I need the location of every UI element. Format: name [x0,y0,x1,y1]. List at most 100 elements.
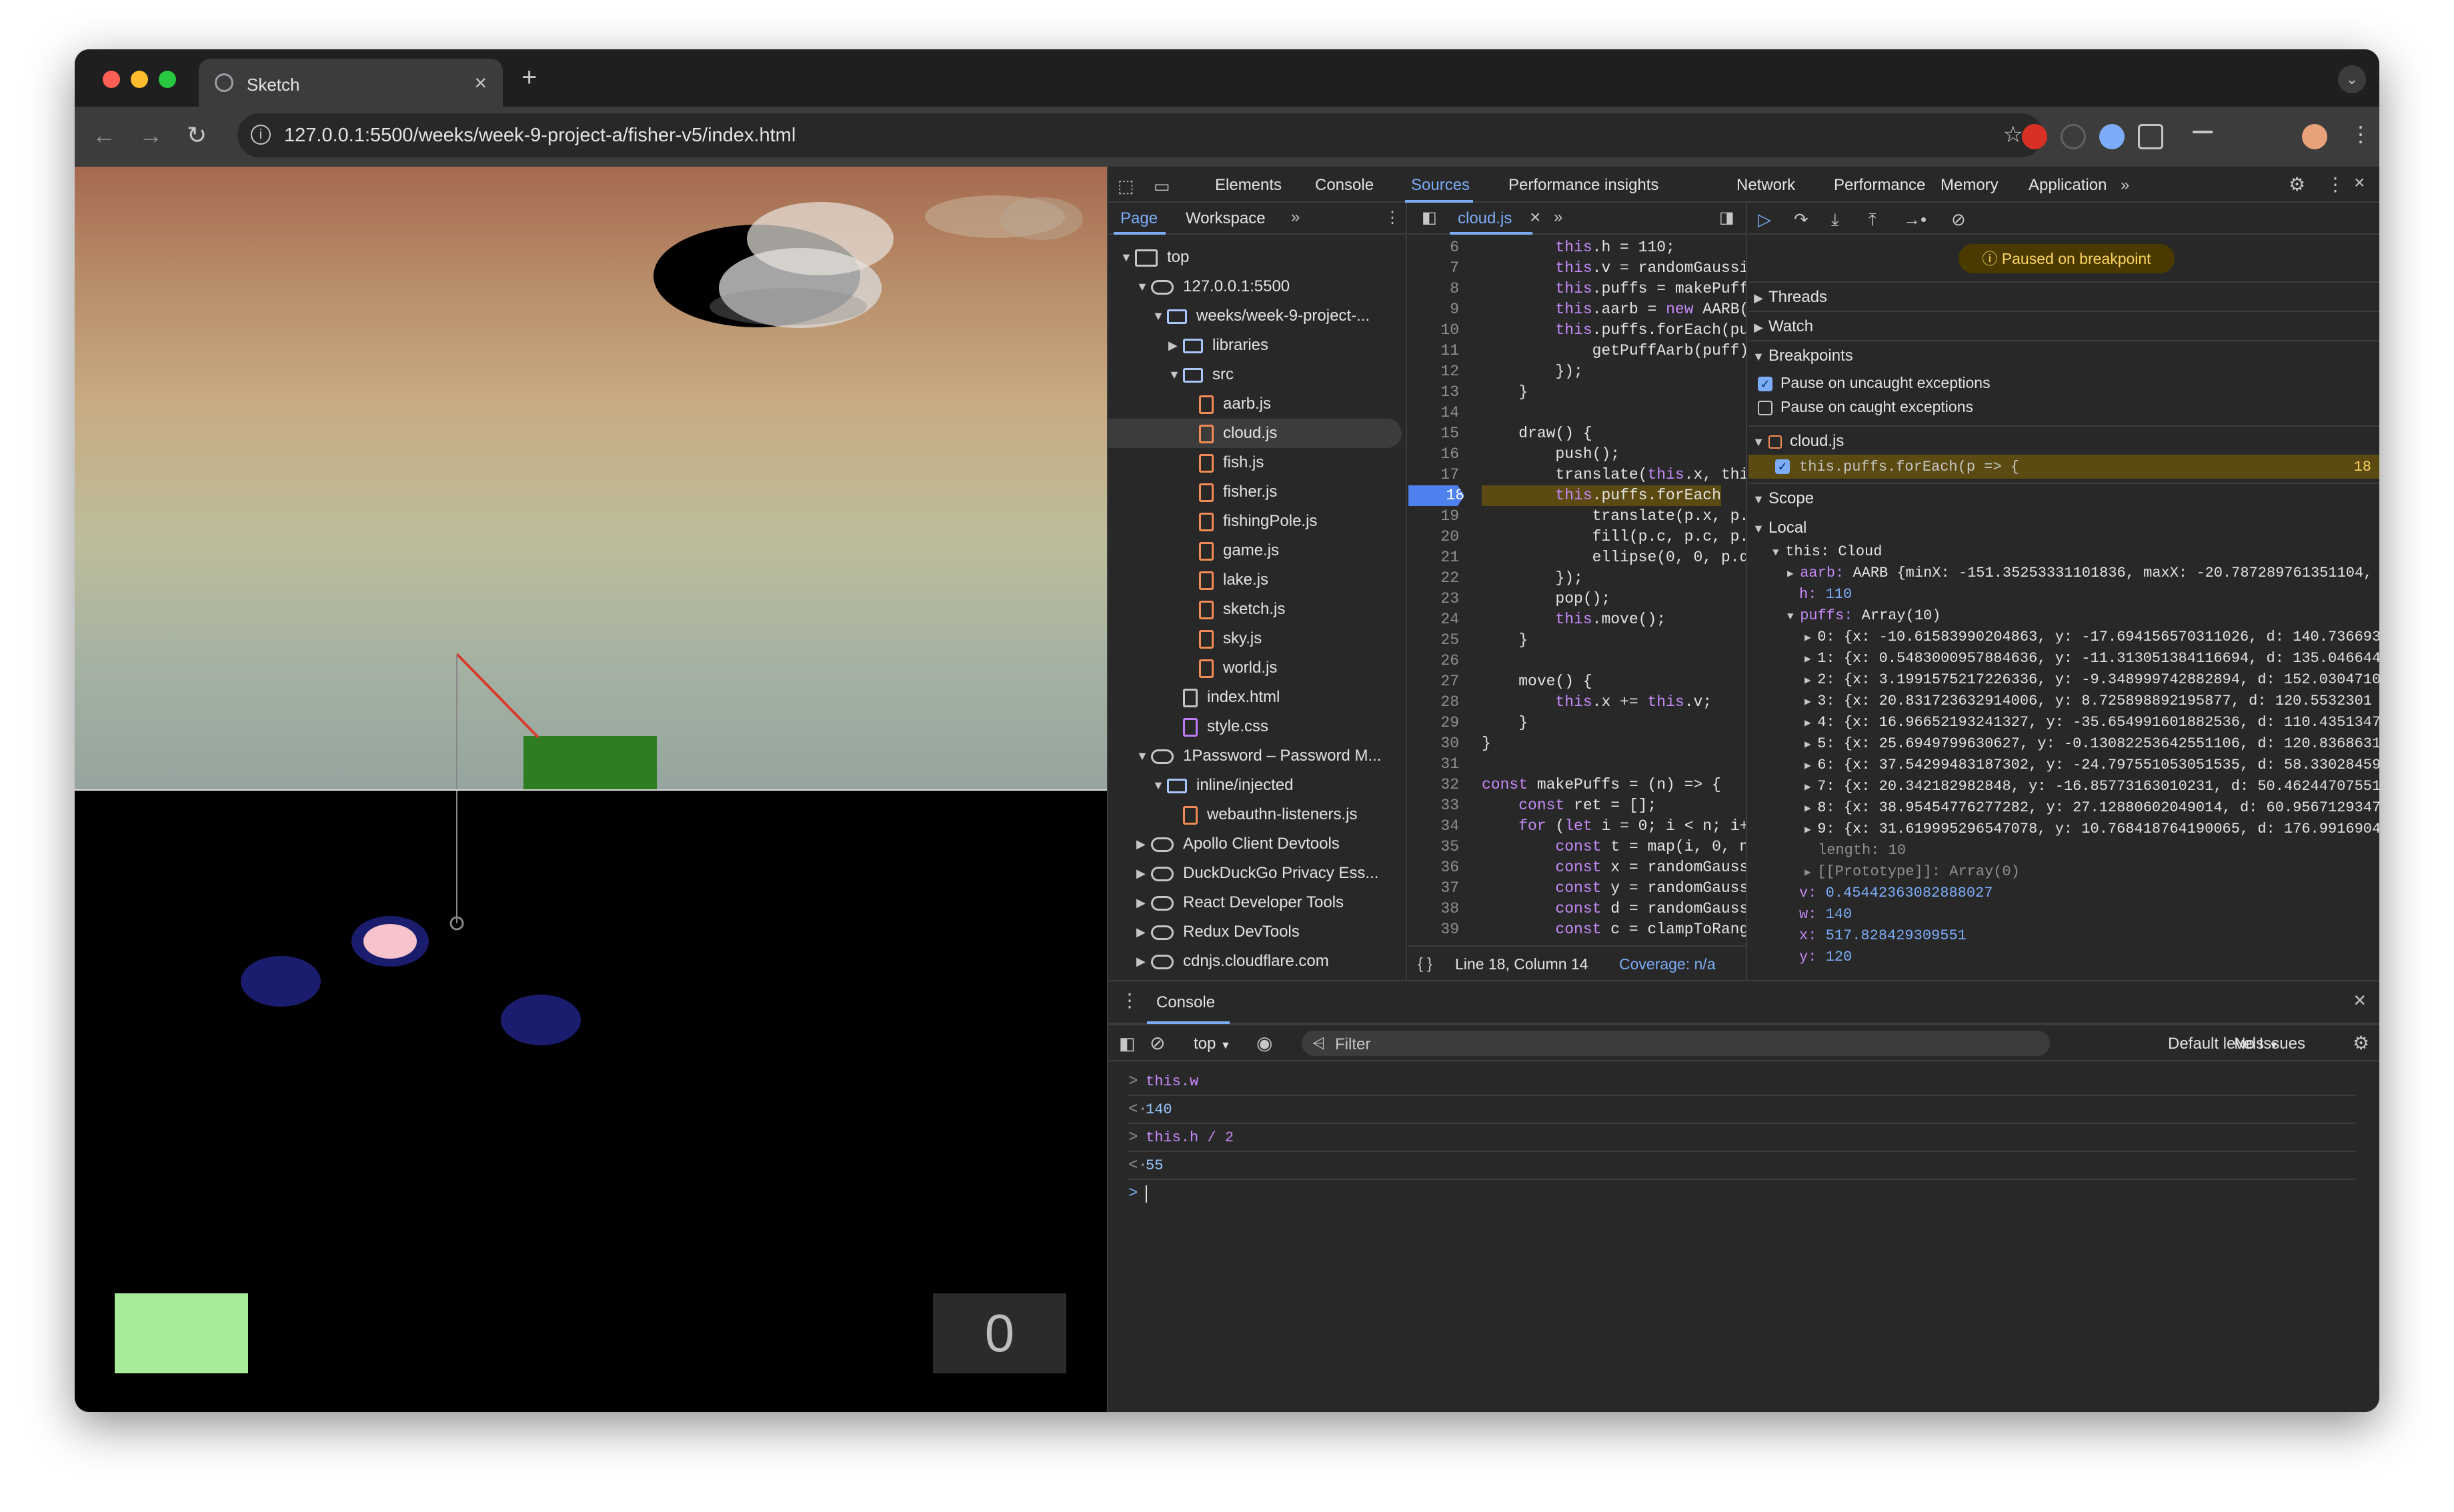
console-input-entry[interactable]: > this.h / 2 [1128,1124,2355,1152]
line-number[interactable]: 38 [1408,899,1459,919]
pause-caught-row[interactable]: Pause on caught exceptions [1758,396,1973,417]
tree-item[interactable]: index.html [1108,683,1406,712]
line-number[interactable]: 7 [1408,258,1459,279]
puff-entry[interactable]: ▶ 5: {x: 25.6949799630627, y: -0.1308225… [1804,733,2379,755]
breakpoints-section[interactable]: ▼ Breakpoints [1748,340,2379,369]
code-line[interactable]: 12 }); [1408,361,1746,382]
tree-item[interactable]: ▼ src [1108,360,1406,389]
line-number[interactable]: 35 [1408,837,1459,857]
expanded-arrow-icon[interactable]: ▼ [1136,741,1148,771]
puff-entry[interactable]: ▶ 2: {x: 3.1991575217226336, y: -9.34899… [1804,669,2379,691]
devtools-menu-icon[interactable]: ⋮ [2326,173,2345,195]
collapsed-arrow-icon[interactable]: ▶ [1136,917,1146,947]
more-tabs-icon[interactable]: » [2121,176,2129,195]
code-line[interactable]: 39 const c = clampToRang [1408,919,1746,940]
tab-network[interactable]: Network [1736,176,1795,195]
close-window-button[interactable] [103,71,120,88]
line-number[interactable]: 29 [1408,713,1459,733]
line-number[interactable]: 37 [1408,878,1459,899]
line-number[interactable]: 20 [1408,527,1459,547]
clear-console-icon[interactable]: ⊘ [1150,1032,1165,1054]
puff-entry[interactable]: ▶ 4: {x: 16.96652193241327, y: -35.65499… [1804,712,2379,733]
tree-item[interactable]: ▶ React Developer Tools [1108,888,1406,917]
tree-item[interactable]: style.css [1108,712,1406,741]
editor-file-tab[interactable]: cloud.js [1458,209,1512,228]
tree-item[interactable]: ▼ 1Password – Password M... [1108,741,1406,771]
console-filter[interactable]: ⩤ Filter [1302,1031,2050,1056]
breakpoint-entry[interactable]: ✓ this.puffs.forEach(p => { 18 [1748,455,2379,479]
puff-entry[interactable]: ▶ 7: {x: 20.342182982848, y: -16.8577316… [1804,776,2379,797]
code-line[interactable]: 20 fill(p.c, p.c, p. [1408,527,1746,547]
address-bar[interactable]: i 127.0.0.1:5500/weeks/week-9-project-a/… [237,113,2043,157]
breakpoint-checkbox[interactable]: ✓ [1775,459,1790,474]
local-scope[interactable]: ▼ Local [1748,513,2379,543]
line-number[interactable]: 9 [1408,299,1459,320]
extensions-puzzle-icon[interactable] [2138,124,2163,149]
puff-entry[interactable]: ▶ 0: {x: -10.61583990204863, y: -17.6941… [1804,627,2379,648]
line-number[interactable]: 12 [1408,361,1459,382]
threads-section[interactable]: ▶ Threads [1748,281,2379,311]
expand-arrow-icon[interactable]: ▶ [1804,717,1817,729]
line-number[interactable]: 22 [1408,568,1459,589]
step-icon[interactable]: →• [1903,209,1927,230]
tab-page[interactable]: Page [1120,209,1158,228]
line-number[interactable]: 31 [1408,754,1459,775]
watch-section[interactable]: ▶ Watch [1748,311,2379,340]
expanded-arrow-icon[interactable]: ▼ [1152,301,1164,331]
expanded-arrow-icon[interactable]: ▼ [1120,243,1132,272]
expanded-arrow-icon[interactable]: ▼ [1136,272,1148,301]
tree-item[interactable]: fishingPole.js [1108,507,1406,536]
puff-entry[interactable]: ▶ 8: {x: 38.95454776277282, y: 27.128806… [1804,797,2379,819]
collapsed-arrow-icon[interactable]: ▶ [1136,947,1146,976]
code-line[interactable]: 14 [1408,403,1746,423]
expand-arrow-icon[interactable]: ▶ [1804,696,1817,708]
tree-item[interactable]: sketch.js [1108,595,1406,624]
collapsed-arrow-icon[interactable]: ▶ [1136,829,1146,859]
tree-item[interactable]: world.js [1108,653,1406,683]
console-sidebar-icon[interactable]: ◧ [1119,1033,1136,1054]
code-line[interactable]: 38 const d = randomGauss [1408,899,1746,919]
tab-application[interactable]: Application [2029,176,2107,195]
back-icon[interactable]: ← [92,121,116,149]
code-line[interactable]: 9 this.aarb = new AARB( [1408,299,1746,320]
line-number[interactable]: 21 [1408,547,1459,568]
toggle-debugger-icon[interactable]: ◨ [1719,208,1734,227]
line-number[interactable]: 14 [1408,403,1459,423]
step-over-icon[interactable]: ↷ [1794,209,1808,230]
puff-entry[interactable]: ▶ 6: {x: 37.54299483187302, y: -24.79755… [1804,755,2379,776]
line-number[interactable]: 27 [1408,671,1459,692]
code-line[interactable]: 15 draw() { [1408,423,1746,444]
code-line[interactable]: 7 this.v = randomGaussi [1408,258,1746,279]
tab-workspace[interactable]: Workspace [1186,209,1266,228]
code-line[interactable]: 10 this.puffs.forEach(pu [1408,320,1746,341]
profile-avatar[interactable] [2302,124,2327,149]
code-line[interactable]: 37 const y = randomGauss [1408,878,1746,899]
code-line[interactable]: 13 } [1408,382,1746,403]
line-number[interactable]: 32 [1408,775,1459,795]
collapsed-arrow-icon[interactable]: ▶ [1136,859,1146,888]
inspect-element-icon[interactable]: ⬚ [1118,176,1134,197]
step-into-icon[interactable]: ⤓ [1831,209,1839,231]
tree-item[interactable]: ▶ DuckDuckGo Privacy Ess... [1108,859,1406,888]
context-selector[interactable]: top ▼ [1194,1035,1231,1053]
code-line[interactable]: 24 this.move(); [1408,609,1746,630]
browser-menu-icon[interactable]: ⋮ [2350,121,2371,147]
code-lines[interactable]: 6 this.h = 110; 7 this.v = randomGaussi 8 … [1408,237,1746,945]
line-number[interactable]: 34 [1408,816,1459,837]
breakpoint-code-line[interactable]: 18 this.puffs.forEach [1408,485,1746,506]
console-settings-icon[interactable]: ⚙ [2353,1032,2369,1054]
console-result-entry[interactable]: <· 140 [1128,1096,2355,1124]
zoom-window-button[interactable] [159,71,176,88]
bookmark-star-icon[interactable]: ☆ [2003,121,2023,148]
issues-counter[interactable]: No Issues [2234,1035,2305,1053]
tree-item[interactable]: webauthn-listeners.js [1108,800,1406,829]
breakpoint-file-row[interactable]: ▼ cloud.js [1748,425,2379,455]
tree-item[interactable]: ▶ Redux DevTools [1108,917,1406,947]
line-number[interactable]: 33 [1408,795,1459,816]
console-prompt[interactable]: > [1128,1180,2355,1208]
site-info-icon[interactable]: i [251,125,271,145]
console-result-entry[interactable]: <· 55 [1128,1152,2355,1180]
line-number[interactable]: 10 [1408,320,1459,341]
line-number[interactable]: 6 [1408,237,1459,258]
code-line[interactable]: 26 [1408,651,1746,671]
